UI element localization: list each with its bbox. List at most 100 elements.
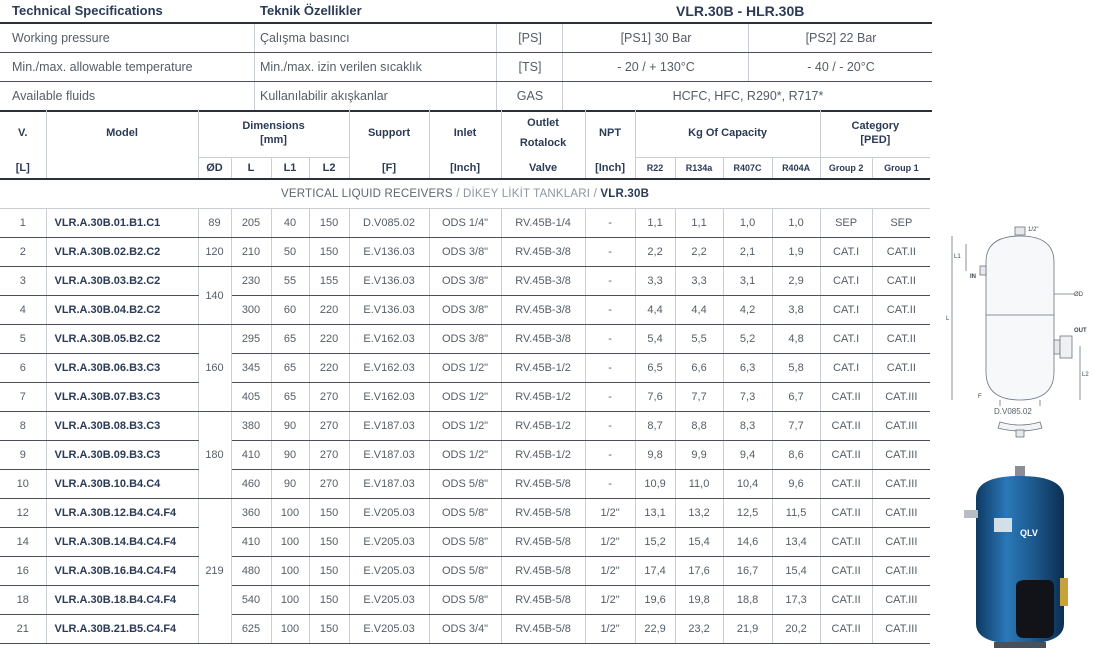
section-title-tr: DİKEY LİKİT TANKLARI — [463, 188, 591, 200]
cell-length-l1: 100 — [271, 498, 310, 528]
cell-cat-group2: CAT.I — [820, 237, 873, 267]
table-row: 3 VLR.A.30B.03.B2.C2 140 230 55 155 E.V136.03 O… — [0, 266, 931, 325]
spec-value-1: - 20 / + 130°C — [562, 53, 749, 81]
spec-label-tr: Min./max. izin verilen sıcaklık — [254, 53, 497, 81]
col-inlet-unit: [Inch] — [429, 157, 502, 180]
cell-length-l2: 150 — [309, 556, 350, 586]
diagram-in-label: IN — [970, 274, 976, 280]
col-group1: Group 1 — [872, 157, 931, 180]
cell-npt: 1/2" — [585, 498, 636, 528]
cell-cat-group2: CAT.II — [820, 469, 873, 499]
cell-length: 230 — [231, 266, 272, 296]
cell-npt: - — [585, 440, 636, 470]
cell-inlet: ODS 5/8" — [429, 556, 502, 586]
section-separator: / — [456, 188, 460, 200]
cell-cap-r22: 5,4 — [635, 324, 676, 354]
cell-cap-r404a: 4,8 — [772, 324, 821, 354]
dimensions-unit: [mm] — [260, 134, 287, 146]
inlet-fitting — [979, 265, 987, 276]
cell-length: 480 — [231, 556, 272, 586]
cell-length: 460 — [231, 469, 272, 499]
cell-cap-r407c: 7,3 — [723, 382, 773, 412]
cell-npt: - — [585, 353, 636, 383]
cell-inlet: ODS 5/8" — [429, 469, 502, 499]
diagram-l2-label: L2 — [1082, 372, 1089, 378]
spec-title-tr: Teknik Özellikler — [260, 3, 362, 18]
cell-inlet: ODS 3/8" — [429, 266, 502, 296]
cell-length-l1: 40 — [271, 208, 310, 238]
col-r22: R22 — [635, 157, 676, 180]
table-row: 4 VLR.A.30B.04.B2.C2 300 60 220 E.V136.03 ODS … — [0, 295, 931, 325]
cell-cat-group1: CAT.III — [872, 411, 931, 441]
cell-npt: - — [585, 295, 636, 325]
dimensions-label: Dimensions — [242, 120, 305, 132]
cell-outlet-valve: RV.45B-1/2 — [501, 440, 586, 470]
cell-model: VLR.A.30B.04.B2.C2 — [46, 295, 199, 325]
cell-length-l1: 90 — [271, 411, 310, 441]
tank-product-image: QLV — [964, 466, 1068, 648]
cell-cap-r407c: 21,9 — [723, 614, 773, 644]
brand-logo: QLV — [1020, 528, 1038, 538]
cell-cap-r22: 3,3 — [635, 266, 676, 296]
cell-length: 300 — [231, 295, 272, 325]
section-code: VLR.30B — [600, 188, 650, 200]
receiver-table: V. Model Dimensions [mm] Support Inlet O… — [0, 109, 931, 644]
cell-cap-r134a: 4,4 — [675, 295, 724, 325]
col-model: Model — [46, 109, 199, 158]
support-foot — [1015, 429, 1025, 438]
cell-length-l2: 270 — [309, 440, 350, 470]
cell-length-l2: 270 — [309, 469, 350, 499]
diagram-top-label: 1/2" — [1028, 227, 1038, 233]
spec-symbol: [TS] — [496, 53, 563, 81]
cell-support: D.V085.02 — [349, 208, 430, 238]
spec-header: Technical Specifications Teknik Özellikl… — [0, 0, 932, 24]
top-fitting — [1014, 226, 1026, 236]
cell-cat-group1: CAT.III — [872, 498, 931, 528]
product-series-title: VLR.30B - HLR.30B — [676, 3, 805, 19]
cell-inlet: ODS 3/4" — [429, 614, 502, 644]
cell-volume: 5 — [0, 324, 47, 354]
cell-cap-r22: 22,9 — [635, 614, 676, 644]
cell-cat-group2: SEP — [820, 208, 873, 238]
cell-cap-r22: 19,6 — [635, 585, 676, 615]
cell-model: VLR.A.30B.02.B2.C2 — [46, 237, 199, 267]
outlet-fitting — [1053, 339, 1061, 355]
table-row: 6 VLR.A.30B.06.B3.C3 345 65 220 E.V162.03 ODS … — [0, 353, 931, 383]
cell-model: VLR.A.30B.21.B5.C4.F4 — [46, 614, 199, 644]
cell-length-l1: 55 — [271, 266, 310, 296]
cell-length-l2: 270 — [309, 411, 350, 441]
table-row: 2 VLR.A.30B.02.B2.C2 120 210 50 150 E.V136.03 O… — [0, 237, 931, 267]
cell-cap-r407c: 3,1 — [723, 266, 773, 296]
cell-length: 295 — [231, 324, 272, 354]
table-row: 14 VLR.A.30B.14.B4.C4.F4 410 100 150 E.V205.0… — [0, 527, 931, 557]
cell-npt: - — [585, 469, 636, 499]
outlet-valve — [1060, 578, 1068, 606]
cell-volume: 1 — [0, 208, 47, 238]
spec-label-tr: Kullanılabilir akışkanlar — [254, 82, 497, 110]
diagram-od-label: ØD — [1074, 292, 1084, 298]
cell-length-l1: 60 — [271, 295, 310, 325]
spec-block: Technical Specifications Teknik Özellikl… — [0, 0, 932, 112]
cell-cat-group2: CAT.I — [820, 295, 873, 325]
cell-cap-r134a: 1,1 — [675, 208, 724, 238]
section-title: VERTICAL LIQUID RECEIVERS / DİKEY LİKİT … — [0, 179, 930, 209]
col-r404a: R404A — [772, 157, 821, 180]
table-row: 21 VLR.A.30B.21.B5.C4.F4 625 100 150 E.V205.0… — [0, 614, 931, 644]
cell-cap-r404a: 17,3 — [772, 585, 821, 615]
cell-npt: 1/2" — [585, 556, 636, 586]
cell-model: VLR.A.30B.08.B3.C3 — [46, 411, 199, 441]
cell-length-l1: 65 — [271, 382, 310, 412]
cell-outlet-valve: RV.45B-1/2 — [501, 411, 586, 441]
cell-outlet-valve: RV.45B-5/8 — [501, 527, 586, 557]
tank-dimension-diagram: 1/2" L1 IN ØD L OUT L2 F D.V085.02 — [946, 226, 1089, 438]
cell-outlet-valve: RV.45B-1/4 — [501, 208, 586, 238]
cell-cap-r22: 4,4 — [635, 295, 676, 325]
table-row: 12 VLR.A.30B.12.B4.C4.F4 219 360 100 150 E.V20… — [0, 498, 931, 644]
cell-cap-r407c: 8,3 — [723, 411, 773, 441]
cell-cat-group1: CAT.II — [872, 295, 931, 325]
cell-cat-group1: CAT.III — [872, 469, 931, 499]
cell-length: 380 — [231, 411, 272, 441]
cell-model: VLR.A.30B.07.B3.C3 — [46, 382, 199, 412]
cell-support: E.V162.03 — [349, 353, 430, 383]
cell-model: VLR.A.30B.16.B4.C4.F4 — [46, 556, 199, 586]
